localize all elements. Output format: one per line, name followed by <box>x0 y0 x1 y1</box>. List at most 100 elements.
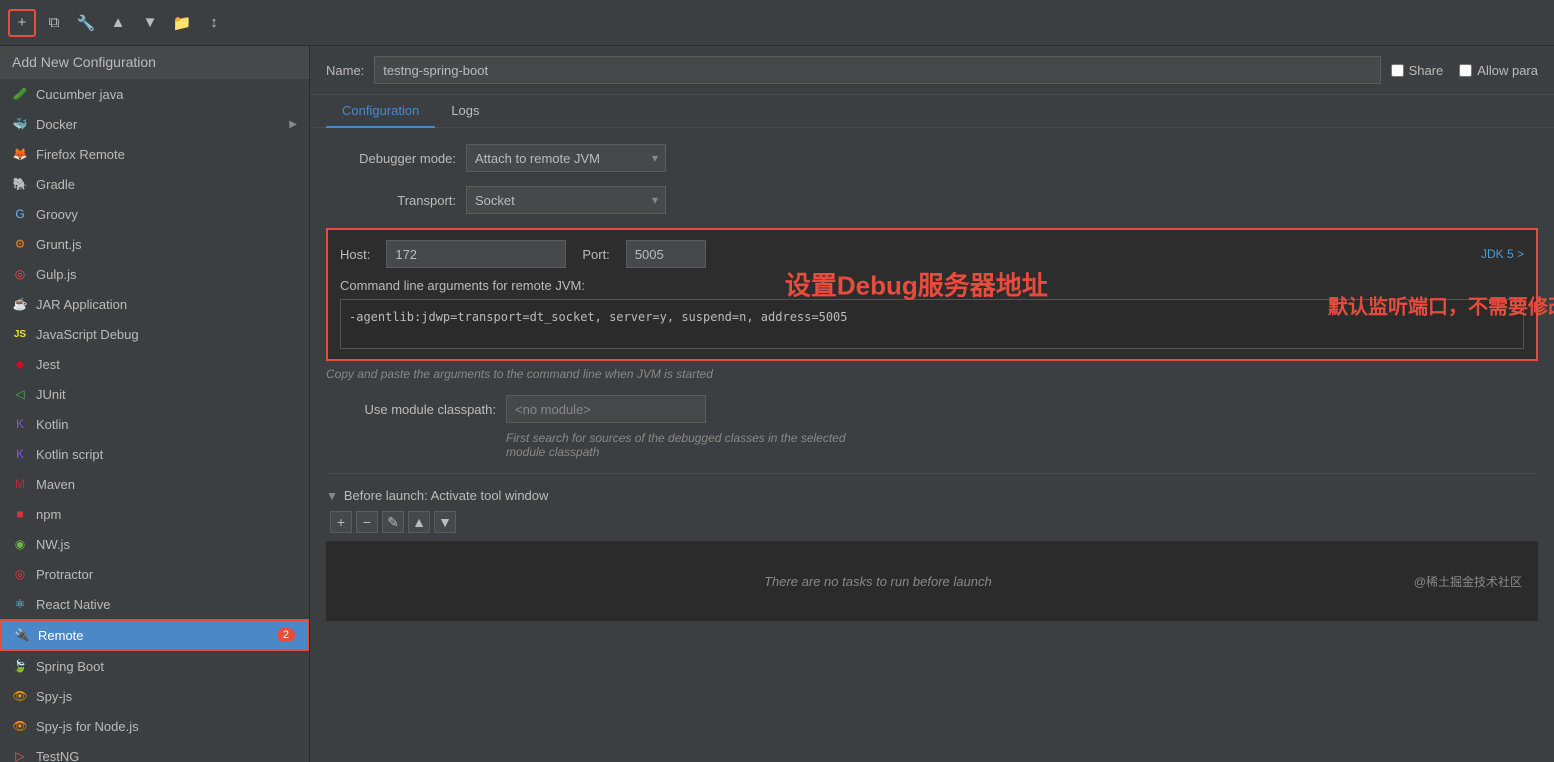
sidebar-item-gulp[interactable]: ◎ Gulp.js <box>0 259 309 289</box>
debugger-mode-select-wrapper[interactable]: Attach to remote JVM Listen to remote JV… <box>466 144 666 172</box>
junit-icon: ◁ <box>12 386 28 402</box>
settings-button[interactable]: 🔧 <box>72 9 100 37</box>
before-launch-remove-button[interactable]: − <box>356 511 378 533</box>
sort-button[interactable]: ↕ <box>200 9 228 37</box>
down-arrow-icon: ▼ <box>143 14 158 31</box>
kotlin-script-icon: K <box>12 446 28 462</box>
transport-label: Transport: <box>326 193 456 208</box>
plus-icon: + <box>18 14 27 31</box>
firefox-icon: 🦊 <box>12 146 28 162</box>
copy-button[interactable]: ⧉ <box>40 9 68 37</box>
transport-row: Transport: Socket Shared memory <box>326 186 1538 214</box>
sort-icon: ↕ <box>210 14 218 31</box>
port-input[interactable] <box>626 240 706 268</box>
sidebar-item-groovy[interactable]: G Groovy <box>0 199 309 229</box>
before-launch-title: Before launch: Activate tool window <box>344 488 549 503</box>
allow-parallel-checkbox[interactable] <box>1459 64 1472 77</box>
divider <box>326 473 1538 474</box>
sidebar-item-spy-js[interactable]: 👁 Spy-js <box>0 681 309 711</box>
sidebar-list: 🥒 Cucumber java 🐳 Docker ▶ 🦊 Firefox Rem… <box>0 79 309 762</box>
debugger-mode-label: Debugger mode: <box>326 151 456 166</box>
sidebar-item-label: Kotlin <box>36 417 69 432</box>
nw-icon: ◉ <box>12 536 28 552</box>
remote-icon: 🔌 <box>14 627 30 643</box>
before-launch-move-up-button[interactable]: ▲ <box>408 511 430 533</box>
sidebar-item-nwjs[interactable]: ◉ NW.js <box>0 529 309 559</box>
sidebar-item-label: Remote <box>38 628 84 643</box>
config-body: Debugger mode: Attach to remote JVM List… <box>310 128 1554 762</box>
tabs-row: Configuration Logs <box>310 95 1554 128</box>
before-launch-add-button[interactable]: + <box>330 511 352 533</box>
protractor-icon: ◎ <box>12 566 28 582</box>
move-down-button[interactable]: ▼ <box>136 9 164 37</box>
up-arrow-icon: ▲ <box>111 14 126 31</box>
host-port-row: Host: Port: JDK 5 > <box>340 240 1524 268</box>
sidebar-item-protractor[interactable]: ◎ Protractor <box>0 559 309 589</box>
sidebar-item-firefox-remote[interactable]: 🦊 Firefox Remote <box>0 139 309 169</box>
before-launch-move-down-button[interactable]: ▼ <box>434 511 456 533</box>
sidebar-item-jest[interactable]: ◆ Jest <box>0 349 309 379</box>
before-launch-actions: + − ✎ ▲ ▼ <box>326 511 1538 533</box>
before-launch-edit-button[interactable]: ✎ <box>382 511 404 533</box>
move-up-button[interactable]: ▲ <box>104 9 132 37</box>
sidebar-item-jar-application[interactable]: ☕ JAR Application <box>0 289 309 319</box>
folder-button[interactable]: 📁 <box>168 9 196 37</box>
tab-configuration[interactable]: Configuration <box>326 95 435 128</box>
grunt-icon: ⚙ <box>12 236 28 252</box>
js-debug-icon: JS <box>12 326 28 342</box>
before-launch-tasks-area: There are no tasks to run before launch … <box>326 541 1538 621</box>
sidebar-item-react-native[interactable]: ⚛ React Native <box>0 589 309 619</box>
sidebar-item-grunt[interactable]: ⚙ Grunt.js <box>0 229 309 259</box>
add-configuration-button[interactable]: + <box>8 9 36 37</box>
sidebar-item-javascript-debug[interactable]: JS JavaScript Debug <box>0 319 309 349</box>
allow-parallel-label: Allow para <box>1477 63 1538 78</box>
sidebar-item-npm[interactable]: ■ npm <box>0 499 309 529</box>
watermark: @稀土掘金技术社区 <box>1414 573 1522 590</box>
sidebar-item-label: JAR Application <box>36 297 127 312</box>
sidebar-item-maven[interactable]: M Maven <box>0 469 309 499</box>
share-checkbox-label[interactable]: Share <box>1391 63 1444 78</box>
sidebar-item-junit[interactable]: ◁ JUnit <box>0 379 309 409</box>
docker-icon: 🐳 <box>12 116 28 132</box>
module-classpath-hint: First search for sources of the debugged… <box>326 431 1538 459</box>
gulp-icon: ◎ <box>12 266 28 282</box>
sidebar-item-gradle[interactable]: 🐘 Gradle <box>0 169 309 199</box>
sidebar-item-label: Spring Boot <box>36 659 104 674</box>
module-classpath-row: Use module classpath: <box>326 395 1538 423</box>
add-new-configuration-title: Add New Configuration <box>12 54 156 70</box>
tab-logs[interactable]: Logs <box>435 95 495 128</box>
wrench-icon: 🔧 <box>77 14 96 32</box>
before-launch-chevron: ▼ <box>326 489 338 503</box>
sidebar-item-docker[interactable]: 🐳 Docker ▶ <box>0 109 309 139</box>
sidebar-item-cucumber-java[interactable]: 🥒 Cucumber java <box>0 79 309 109</box>
kotlin-icon: K <box>12 416 28 432</box>
copy-icon: ⧉ <box>49 14 60 31</box>
cmd-args-box: -agentlib:jdwp=transport=dt_socket, serv… <box>340 299 1524 349</box>
sidebar-item-label: Grunt.js <box>36 237 82 252</box>
toolbar: + ⧉ 🔧 ▲ ▼ 📁 ↕ <box>0 0 1554 46</box>
sidebar-item-remote[interactable]: 🔌 Remote 2 <box>0 619 309 651</box>
host-port-section: Host: Port: JDK 5 > Command line argumen… <box>326 228 1538 381</box>
sidebar-item-label: JUnit <box>36 387 66 402</box>
debugger-mode-select[interactable]: Attach to remote JVM Listen to remote JV… <box>466 144 666 172</box>
sidebar-item-spy-js-node[interactable]: 👁 Spy-js for Node.js <box>0 711 309 741</box>
sidebar-item-kotlin-script[interactable]: K Kotlin script <box>0 439 309 469</box>
sidebar-item-label: Jest <box>36 357 60 372</box>
debugger-mode-row: Debugger mode: Attach to remote JVM List… <box>326 144 1538 172</box>
sidebar-item-testng[interactable]: ▷ TestNG <box>0 741 309 762</box>
before-launch-header[interactable]: ▼ Before launch: Activate tool window <box>326 478 1538 511</box>
react-icon: ⚛ <box>12 596 28 612</box>
transport-select-wrapper[interactable]: Socket Shared memory <box>466 186 666 214</box>
sidebar-item-spring-boot[interactable]: 🍃 Spring Boot <box>0 651 309 681</box>
module-classpath-label: Use module classpath: <box>326 402 496 417</box>
allow-parallel-checkbox-label[interactable]: Allow para <box>1459 63 1538 78</box>
cmd-args-label: Command line arguments for remote JVM: <box>340 278 1524 293</box>
sidebar-item-label: Spy-js <box>36 689 72 704</box>
transport-select[interactable]: Socket Shared memory <box>466 186 666 214</box>
host-input[interactable] <box>386 240 566 268</box>
share-checkbox[interactable] <box>1391 64 1404 77</box>
name-input[interactable] <box>374 56 1380 84</box>
module-classpath-input[interactable] <box>506 395 706 423</box>
sidebar-item-kotlin[interactable]: K Kotlin <box>0 409 309 439</box>
sidebar-item-label: Gradle <box>36 177 75 192</box>
